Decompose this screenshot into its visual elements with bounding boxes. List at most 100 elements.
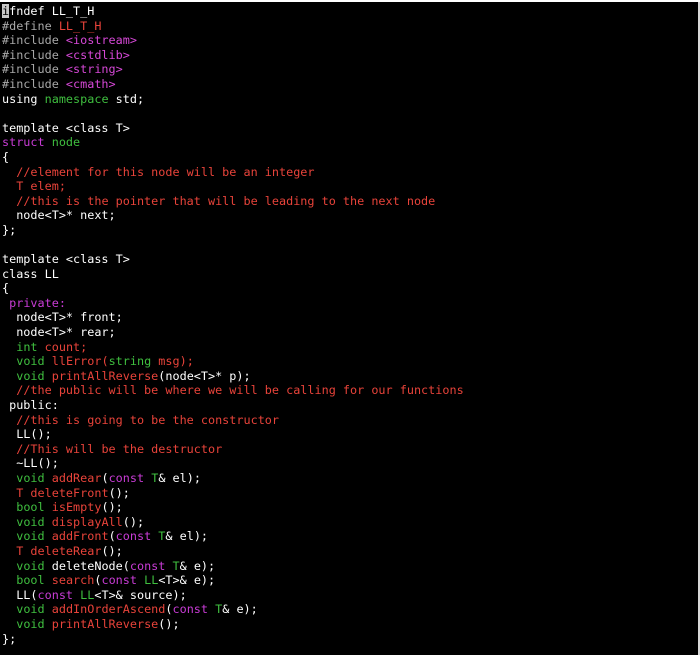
code-token: addInOrderAscend bbox=[44, 602, 166, 617]
code-line: T elem; bbox=[2, 179, 464, 194]
code-token: #define bbox=[2, 18, 59, 33]
code-token: LL_T_H bbox=[58, 18, 102, 33]
code-line: ifndef LL_T_H bbox=[2, 4, 464, 19]
code-line: #include <string> bbox=[2, 62, 464, 77]
code-token: T deleteFront bbox=[16, 485, 109, 500]
code-token: void bbox=[16, 602, 45, 617]
code-token: { bbox=[2, 281, 10, 296]
code-token: (node<T>* p); bbox=[158, 368, 251, 383]
code-token: isEmpty bbox=[44, 500, 102, 515]
code-token: LL(); bbox=[2, 427, 52, 442]
code-line: LL(const LL<T>& source); bbox=[2, 588, 464, 603]
code-line: bool isEmpty(); bbox=[2, 500, 464, 515]
code-token: llError( bbox=[44, 354, 109, 369]
code-token: void bbox=[16, 616, 45, 631]
code-line: ~LL(); bbox=[2, 456, 464, 471]
code-line: class LL bbox=[2, 267, 464, 282]
code-token: T deleteRear bbox=[16, 543, 102, 558]
code-line: //this is the pointer that will be leadi… bbox=[2, 194, 464, 209]
code-token: & e); bbox=[222, 602, 258, 617]
code-token: //this is the pointer that will be leadi… bbox=[16, 193, 436, 208]
code-line: }; bbox=[2, 632, 464, 647]
code-token: using bbox=[2, 91, 45, 106]
code-token: void bbox=[16, 368, 45, 383]
code-token: printAllReverse bbox=[44, 368, 159, 383]
code-token: const bbox=[129, 558, 166, 573]
code-token: <cstdlib> bbox=[65, 47, 130, 62]
code-token: const bbox=[108, 471, 145, 485]
code-line: //this is going to be the constructor bbox=[2, 413, 464, 428]
code-line: { bbox=[2, 150, 464, 165]
code-token: <cmath> bbox=[65, 76, 116, 91]
code-line: using namespace std; bbox=[2, 92, 464, 107]
code-token: void bbox=[16, 471, 45, 485]
code-token: void bbox=[16, 558, 45, 573]
code-token: (); bbox=[158, 616, 180, 631]
code-token: #include bbox=[2, 62, 66, 77]
code-token: void bbox=[16, 529, 45, 544]
code-token: #include bbox=[2, 47, 66, 62]
code-token: deleteNode( bbox=[44, 558, 130, 573]
code-text[interactable]: ifndef LL_T_H #define LL_T_H #include <ios… bbox=[2, 4, 464, 646]
code-token: class LL bbox=[2, 266, 59, 281]
code-token: count; bbox=[37, 339, 88, 354]
code-token: struct bbox=[2, 135, 52, 150]
code-token: bool bbox=[16, 573, 45, 588]
code-token: search bbox=[44, 573, 95, 588]
code-editor[interactable]: ifndef LL_T_H #define LL_T_H #include <ios… bbox=[0, 2, 700, 655]
code-line: //the public will be where we will be ca… bbox=[2, 383, 464, 398]
code-line: void addRear(const T& el); bbox=[2, 471, 464, 486]
code-token: //this is going to be the constructor bbox=[16, 412, 280, 427]
code-token: ( bbox=[108, 529, 116, 544]
code-line: void addFront(const T& el); bbox=[2, 529, 464, 544]
code-token: bool bbox=[16, 500, 45, 515]
code-line: //element for this node will be an integ… bbox=[2, 165, 464, 180]
code-token: const bbox=[101, 573, 137, 588]
code-token: //the public will be where we will be ca… bbox=[16, 383, 464, 398]
code-token: std; bbox=[108, 91, 145, 106]
code-token: displayAll bbox=[44, 514, 123, 529]
code-line: #include <cstdlib> bbox=[2, 48, 464, 63]
code-line: node<T>* front; bbox=[2, 310, 464, 325]
code-token: (); bbox=[101, 500, 123, 515]
code-line: void addInOrderAscend(const T& e); bbox=[2, 602, 464, 617]
code-token: <T>& source); bbox=[94, 587, 187, 602]
code-token: & el); bbox=[158, 471, 201, 485]
code-line: #include <iostream> bbox=[2, 33, 464, 48]
code-line: node<T>* rear; bbox=[2, 325, 464, 340]
code-token: const bbox=[115, 529, 152, 544]
code-token: T elem; bbox=[16, 179, 66, 194]
code-token: int bbox=[16, 339, 38, 354]
code-line: private: bbox=[2, 296, 464, 311]
code-token: const bbox=[172, 602, 209, 617]
code-token: printAllReverse bbox=[44, 616, 159, 631]
code-token: addFront bbox=[44, 529, 109, 544]
code-token: T bbox=[172, 558, 180, 573]
code-token: (); bbox=[101, 543, 123, 558]
code-line: void printAllReverse(); bbox=[2, 617, 464, 632]
code-line: T deleteRear(); bbox=[2, 544, 464, 559]
code-line: public: bbox=[2, 398, 464, 413]
code-line: }; bbox=[2, 223, 464, 238]
code-token: #include bbox=[2, 33, 66, 48]
code-token: node<T>* front; bbox=[2, 310, 123, 325]
code-token: //element for this node will be an integ… bbox=[16, 164, 315, 179]
